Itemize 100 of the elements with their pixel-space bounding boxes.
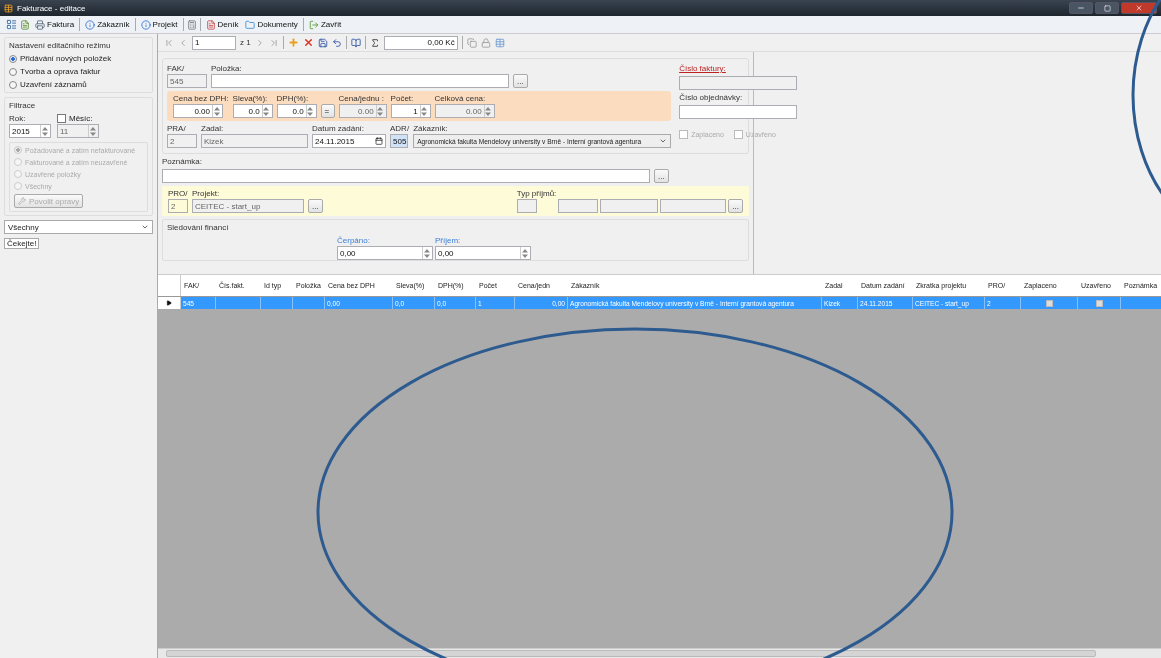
income-type-field	[660, 199, 727, 213]
document-icon	[205, 19, 216, 30]
toolbar-button[interactable]: Deník	[203, 16, 241, 33]
horizontal-scrollbar[interactable]	[158, 648, 1161, 658]
add-icon[interactable]	[287, 37, 299, 48]
calculator-icon[interactable]	[186, 19, 197, 30]
spinner-arrows-icon[interactable]	[421, 106, 428, 116]
field-label: Počet:	[390, 94, 415, 103]
item-field[interactable]	[211, 74, 509, 88]
record-count: z 1	[240, 38, 251, 47]
spent-spinner[interactable]: 0,00	[337, 246, 433, 260]
current-row-icon	[166, 300, 172, 306]
number-spinner[interactable]: 1	[390, 104, 431, 118]
month-checkbox[interactable]: Měsíc:	[57, 114, 99, 123]
toolbar-button[interactable]: Faktura	[33, 16, 77, 33]
spinner-arrows-icon[interactable]	[423, 248, 430, 258]
spinner-arrows-icon[interactable]	[307, 106, 314, 116]
position-field[interactable]: 1	[192, 35, 236, 50]
wrench-icon	[18, 197, 26, 205]
toolbar-button[interactable]: Zavřít	[306, 16, 344, 33]
field-label: Typ příjmů:	[516, 189, 557, 198]
close-icon	[1135, 4, 1143, 12]
field-label: Sleva(%):	[232, 94, 269, 103]
field-label: PRA/	[167, 124, 187, 133]
radio-option[interactable]: Uzavření záznamů	[9, 80, 148, 89]
field-label: Zadal:	[201, 124, 225, 133]
field-label: Rok:	[9, 114, 27, 123]
field-label: Položka:	[211, 64, 243, 73]
income-type-field	[516, 199, 537, 213]
field-label: Celková cena:	[434, 94, 487, 103]
browse-button[interactable]: ...	[728, 199, 743, 213]
calculate-button[interactable]: =	[320, 104, 335, 118]
printer-icon	[35, 19, 45, 30]
date-field[interactable]: 24.11.2015	[312, 134, 386, 148]
toolbar-button[interactable]: Zákazník	[83, 16, 132, 33]
note-field[interactable]	[162, 169, 650, 183]
dropdown-caret-icon	[141, 223, 149, 231]
sum-field[interactable]: 0,00 Kč	[383, 35, 458, 50]
group-title: Filtrace	[9, 101, 37, 110]
sum-icon[interactable]	[369, 37, 380, 48]
number-spinner[interactable]: 0.00	[173, 104, 223, 118]
year-spinner[interactable]: 2015	[9, 124, 51, 138]
info-icon	[140, 19, 151, 30]
field-label: ADR/	[390, 124, 410, 133]
browse-button[interactable]: ...	[308, 199, 323, 213]
number-spinner[interactable]: 0.0	[232, 104, 273, 118]
table-icon[interactable]	[494, 37, 505, 48]
window-title: Fakturace - editace	[17, 3, 86, 13]
app-icon	[4, 3, 13, 13]
maximize-button[interactable]	[1095, 2, 1119, 14]
previous-icon[interactable]	[178, 37, 188, 48]
book-icon[interactable]	[350, 37, 361, 48]
spinner-arrows-icon[interactable]	[89, 126, 96, 136]
folder-icon	[245, 19, 256, 30]
income-type-field	[558, 199, 599, 213]
field-label: FAK/	[167, 64, 186, 73]
close-button[interactable]	[1121, 2, 1157, 14]
entered-by-field: Kizek	[201, 134, 308, 148]
number-spinner[interactable]: 0.0	[276, 104, 317, 118]
first-icon[interactable]	[164, 37, 174, 48]
project-field: CEITEC - start_up	[192, 199, 304, 213]
pra-field: 2	[167, 134, 197, 148]
radio-option[interactable]: Přidávání nových položek	[9, 54, 148, 63]
calendar-icon[interactable]	[375, 137, 383, 145]
table-checkbox[interactable]	[1095, 299, 1103, 307]
income-type-field	[600, 199, 659, 213]
group-title: Sledování financí	[167, 223, 230, 232]
order-number-field[interactable]	[679, 105, 798, 119]
field-label: Zákazník:	[413, 124, 449, 133]
save-icon[interactable]	[317, 37, 328, 48]
field-label: Cena bez DPH:	[173, 94, 229, 103]
radio-option[interactable]: Tvorba a oprava faktur	[9, 67, 148, 76]
toolbar-button[interactable]: Dokumenty	[243, 16, 300, 33]
last-icon[interactable]	[268, 37, 279, 48]
undo-icon[interactable]	[331, 37, 342, 48]
list-icon[interactable]	[6, 19, 17, 30]
spinner-arrows-icon[interactable]	[521, 248, 528, 258]
address-field[interactable]: 505	[390, 134, 408, 148]
delete-icon[interactable]	[302, 37, 314, 48]
browse-button[interactable]: ...	[513, 74, 528, 88]
status-text: Čekejte!	[4, 238, 40, 249]
filter-dropdown[interactable]: Všechny	[4, 220, 153, 234]
browse-button[interactable]: ...	[654, 169, 669, 183]
copy-icon[interactable]	[466, 37, 477, 48]
lock-icon[interactable]	[480, 37, 491, 48]
income-spinner[interactable]: 0,00	[435, 246, 531, 260]
invoice-number-link[interactable]: Číslo faktury:	[679, 64, 798, 73]
month-spinner[interactable]: 11	[57, 124, 99, 138]
field-label: Datum zadání:	[312, 124, 366, 133]
table-checkbox[interactable]	[1045, 299, 1053, 307]
minimize-button[interactable]	[1069, 2, 1093, 14]
spinner-arrows-icon[interactable]	[41, 126, 48, 136]
document-icon[interactable]	[20, 19, 30, 30]
project-id-field: 2	[168, 199, 188, 213]
info-icon	[85, 19, 96, 30]
spinner-arrows-icon[interactable]	[213, 106, 220, 116]
group-title: Nastavení editačního režimu	[9, 41, 112, 50]
field-label: Čerpáno:	[337, 236, 371, 245]
toolbar-button[interactable]: Projekt	[138, 16, 180, 33]
spinner-arrows-icon[interactable]	[263, 106, 270, 116]
